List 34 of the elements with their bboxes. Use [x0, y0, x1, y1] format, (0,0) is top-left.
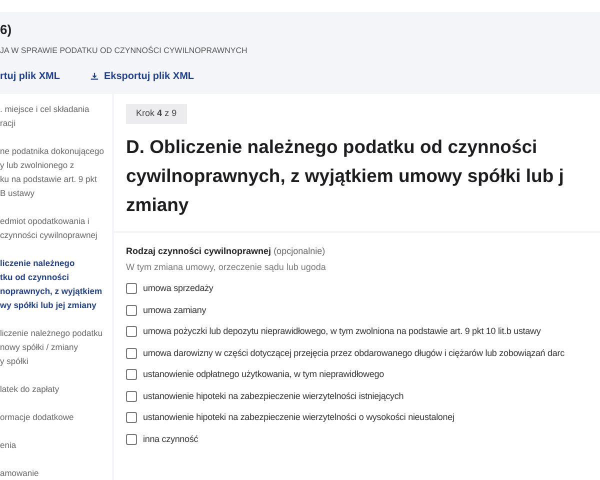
checkbox-option[interactable]: umowa sprzedaży: [126, 282, 588, 296]
checkbox-option[interactable]: ustanowienie odpłatnego użytkowania, w tym nieprawidłowego: [126, 368, 588, 382]
checkbox[interactable]: [126, 412, 137, 424]
step-link[interactable]: liczenie należnego tku od czynności noprawnych, z wyjątkiem wy spółki lub jej zmiany: [0, 256, 112, 312]
download-icon: [90, 72, 99, 81]
page-subtitle: JA W SPRAWIE PODATKU OD CZYNNOŚCI CYWILNOPRAWNYCH: [0, 45, 248, 57]
checkbox[interactable]: [126, 434, 137, 445]
checkbox[interactable]: [126, 326, 137, 338]
import-link[interactable]: rtuj plik XML: [0, 69, 60, 84]
step-link[interactable]: latek do zapłaty: [0, 382, 112, 396]
checkbox-option[interactable]: ustanowienie hipoteki na zabezpieczenie wierzytelności o wysokości nieustalonej: [126, 411, 588, 424]
checkbox[interactable]: [126, 283, 137, 294]
step-link[interactable]: . miejsce i cel składania racji: [0, 102, 112, 130]
checkbox-option[interactable]: umowa pożyczki lub depozytu nieprawidłowego, w tym zwolniona na podstawie art. 9 pkt 10 lit.b ustawy: [126, 325, 588, 338]
step-link[interactable]: enia: [0, 438, 112, 452]
step-link[interactable]: liczenie należnego podatku nowy spółki / zmiany y spółki: [0, 326, 112, 368]
step-link[interactable]: edmiot opodatkowania i czynności cywilnoprawnej: [0, 214, 112, 242]
field-hint: W tym zmiana umowy, orzeczenie sądu lub ugoda: [126, 260, 327, 274]
export-link[interactable]: Eksportuj plik XML: [90, 69, 194, 84]
field-label: Rodzaj czynności cywilnoprawnej (opcjonalnie): [126, 245, 326, 258]
step-badge: Krok 4 z 9: [126, 104, 187, 124]
checkbox-option[interactable]: ustanowienie hipoteki na zabezpieczenie wierzytelności istniejących: [126, 390, 588, 403]
step-link[interactable]: ormacje dodatkowe: [0, 410, 112, 424]
checkbox-option[interactable]: umowa zamiany: [126, 304, 588, 317]
checkbox[interactable]: [126, 348, 137, 359]
checkbox-option[interactable]: inna czynność: [126, 432, 588, 446]
step-link[interactable]: amowanie: [0, 466, 112, 480]
checkbox[interactable]: [126, 304, 137, 316]
checkbox-option[interactable]: umowa darowizny w części dotyczącej przejęcia przez obdarowanego długów i ciężarów lub zobowiązań darc: [126, 346, 588, 360]
checkbox[interactable]: [126, 369, 137, 380]
section-heading: D. Obliczenie należnego podatku od czynności cywilnoprawnych, z wyjątkiem umowy spółki lub j zmiany: [126, 135, 565, 217]
page-title: 6): [0, 20, 13, 39]
checkbox[interactable]: [126, 390, 137, 402]
step-link[interactable]: ne podatnika dokonującego y lub zwolnionego z ku na podstawie art. 9 pkt B ustawy: [0, 144, 112, 200]
